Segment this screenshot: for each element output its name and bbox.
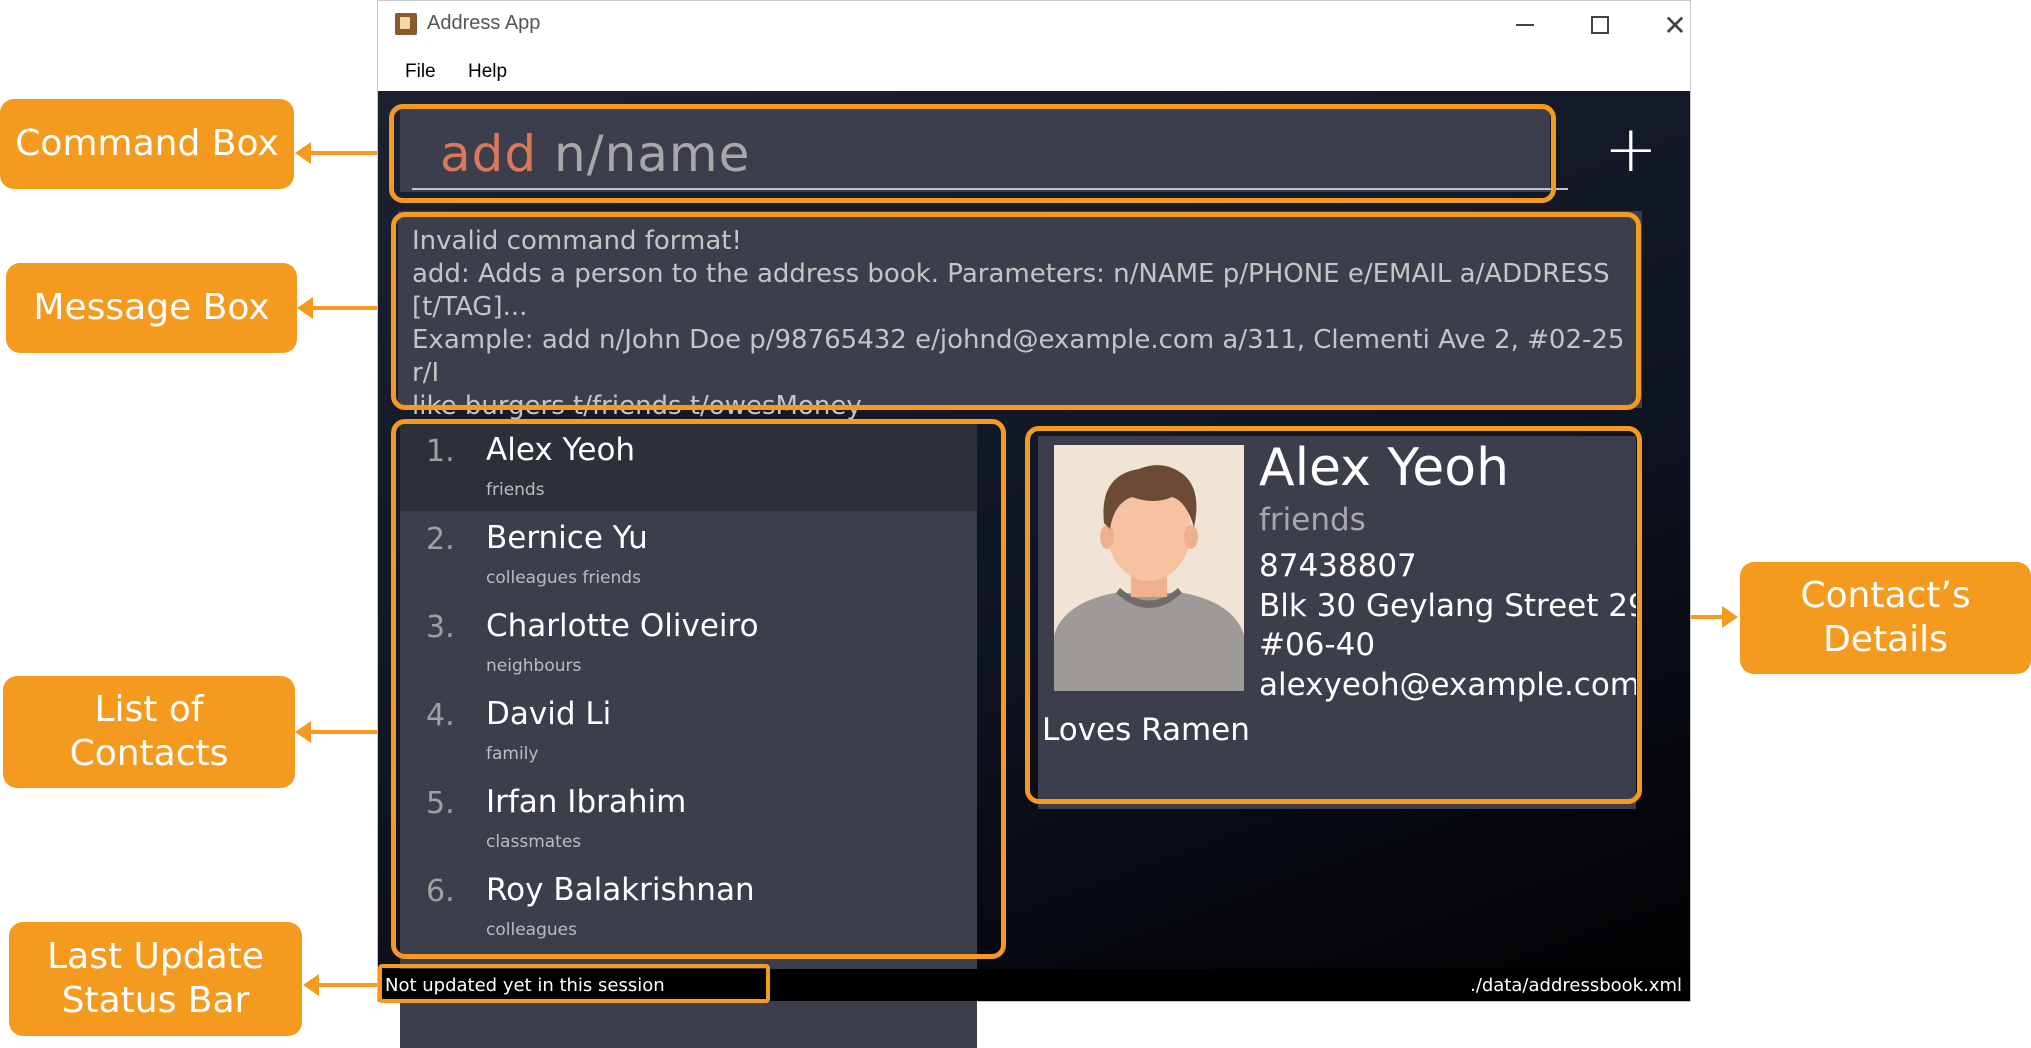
message-line: Example: add n/John Doe p/98765432 e/joh… [412, 325, 1633, 388]
list-item-name: David Li [486, 696, 612, 732]
status-bar: Not updated yet in this session ./data/a… [378, 969, 1690, 1001]
list-item-index: 2. [426, 522, 455, 557]
contact-list[interactable]: 1. Alex Yeoh friends 2. Bernice Yu colle… [400, 424, 977, 1048]
list-item-tags: family [486, 744, 539, 764]
list-item-name: Bernice Yu [486, 520, 648, 556]
list-item[interactable]: 5. Irfan Ibrahim classmates [400, 776, 977, 863]
callout-list-of-contacts: List of Contacts [3, 676, 295, 788]
list-item[interactable]: 4. David Li family [400, 688, 977, 775]
command-args: n/name [554, 125, 751, 183]
command-input[interactable]: add n/name [440, 125, 750, 183]
contact-photo [1054, 445, 1244, 691]
detail-email: alexyeoh@example.com [1259, 667, 1636, 703]
list-item[interactable]: 1. Alex Yeoh friends [400, 424, 977, 511]
title-bar: Address App ✕ [378, 1, 1690, 49]
app-body: add n/name + Invalid command format! add… [378, 91, 1690, 1048]
list-item-tags: colleagues [486, 920, 577, 940]
list-item-name: Charlotte Oliveiro [486, 608, 759, 644]
message-line: like burgers t/friends t/owesMoney [412, 391, 862, 421]
minimize-button[interactable] [1495, 7, 1555, 43]
command-keyword: add [440, 125, 538, 183]
detail-address-line-1: Blk 30 Geylang Street 29, [1259, 588, 1636, 624]
callout-message-box: Message Box [6, 263, 297, 353]
list-item[interactable]: 3. Charlotte Oliveiro neighbours [400, 600, 977, 687]
list-item-name: Roy Balakrishnan [486, 872, 755, 908]
person-avatar-icon [1054, 445, 1244, 691]
list-item-index: 3. [426, 610, 455, 645]
save-location-status: ./data/addressbook.xml [1470, 975, 1682, 996]
minimize-icon [1516, 24, 1534, 26]
detail-tag: friends [1259, 502, 1366, 538]
maximize-button[interactable] [1570, 7, 1630, 43]
callout-last-update-status-bar: Last Update Status Bar [9, 922, 302, 1036]
menu-bar: File Help [378, 49, 1690, 91]
last-update-status: Not updated yet in this session [385, 975, 665, 996]
callout-contact-details: Contact’s Details [1740, 562, 2031, 674]
list-item-name: Irfan Ibrahim [486, 784, 687, 820]
menu-file[interactable]: File [405, 61, 436, 83]
list-item-index: 1. [426, 434, 455, 469]
message-line: add: Adds a person to the address book. … [412, 259, 1610, 289]
list-item-tags: friends [486, 480, 545, 500]
message-line: Invalid command format! [412, 226, 742, 256]
message-box: Invalid command format! add: Adds a pers… [398, 211, 1642, 421]
close-button[interactable]: ✕ [1645, 7, 1705, 43]
list-item-name: Alex Yeoh [486, 432, 636, 468]
callout-command-box: Command Box [0, 99, 294, 189]
menu-help[interactable]: Help [468, 61, 507, 83]
list-item-tags: neighbours [486, 656, 582, 676]
app-window: Address App ✕ File Help add n/name + Inv… [377, 0, 1691, 1048]
command-input-underline [412, 188, 1568, 190]
list-item[interactable]: 2. Bernice Yu colleagues friends [400, 512, 977, 599]
list-item-index: 4. [426, 698, 455, 733]
detail-remark: Loves Ramen [1042, 712, 1250, 748]
close-icon: ✕ [1663, 9, 1687, 41]
detail-phone: 87438807 [1259, 548, 1417, 584]
message-line: [t/TAG]... [412, 292, 528, 322]
list-item-tags: classmates [486, 832, 582, 852]
list-item-tags: colleagues friends [486, 568, 641, 588]
contact-details-panel: Alex Yeoh friends 87438807 Blk 30 Geylan… [1038, 436, 1636, 809]
list-item-index: 5. [426, 786, 455, 821]
address-book-icon [395, 13, 417, 35]
detail-address-line-2: #06-40 [1259, 627, 1376, 663]
maximize-icon [1591, 16, 1609, 34]
list-item[interactable]: 6. Roy Balakrishnan colleagues [400, 864, 977, 951]
command-box[interactable]: add n/name [400, 109, 1550, 192]
window-title: Address App [427, 12, 541, 34]
add-button[interactable]: + [1604, 118, 1658, 182]
detail-name: Alex Yeoh [1259, 438, 1510, 498]
list-item-index: 6. [426, 874, 455, 909]
